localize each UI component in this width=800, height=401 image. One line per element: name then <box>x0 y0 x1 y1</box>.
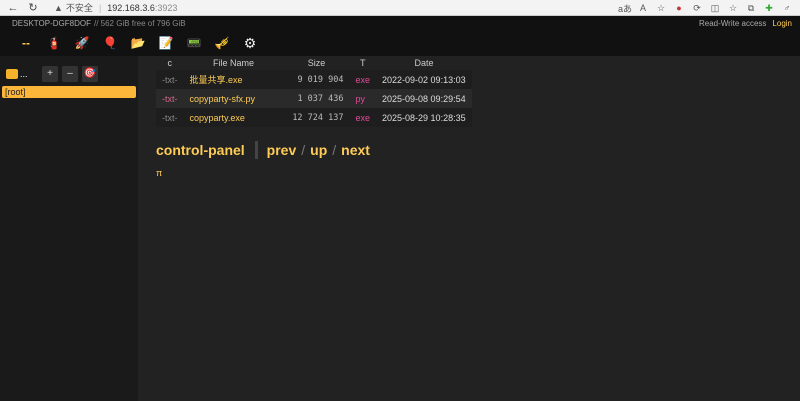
tree-toggle-button[interactable]: ... <box>6 66 34 82</box>
cell-c[interactable]: -txt- <box>156 70 184 89</box>
tree-controls: ... + – 🎯 <box>0 64 138 84</box>
nav-separator: / <box>332 142 337 158</box>
refresh-extension-icon[interactable]: ⟳ <box>688 3 706 14</box>
main-panel: c File Name Size T Date -txt- 批量共享.exe 9… <box>138 56 800 401</box>
split-screen-icon[interactable]: ◫ <box>706 3 724 14</box>
file-name-link[interactable]: 批量共享.exe <box>183 70 284 89</box>
toolbar: -- 🧯 🚀 🎈 📂 📝 📟 🎺 ⚙ <box>0 30 800 56</box>
address-bar[interactable]: 192.168.3.6:3923 <box>107 3 177 13</box>
login-link[interactable]: Login <box>772 19 792 28</box>
keyboard-icon[interactable]: 📟 <box>182 32 206 54</box>
file-table: c File Name Size T Date -txt- 批量共享.exe 9… <box>156 56 473 127</box>
extension-icon[interactable]: ● <box>670 3 688 13</box>
hostname: DESKTOP-DGF8DOF <box>12 18 91 28</box>
cell-date: 2025-08-29 10:28:35 <box>376 108 473 127</box>
table-header: c File Name Size T Date <box>156 56 472 70</box>
file-name-link[interactable]: copyparty-sfx.py <box>183 89 284 108</box>
cell-size: 1 037 436 <box>283 89 350 108</box>
column-header-name[interactable]: File Name <box>184 56 284 70</box>
shield-icon[interactable]: ✚ <box>760 3 778 14</box>
text-size-icon[interactable]: A <box>634 3 652 13</box>
folder-icon[interactable]: 📂 <box>126 32 150 54</box>
nav-divider <box>254 141 258 159</box>
expand-button[interactable]: + <box>42 66 58 82</box>
server-info-bar: DESKTOP-DGF8DOF // 562 GiB free of 796 G… <box>0 16 800 30</box>
security-warning[interactable]: ▲ 不安全 <box>54 1 93 14</box>
file-name-link[interactable]: copyparty.exe <box>183 108 284 127</box>
column-header-size[interactable]: Size <box>284 56 350 70</box>
warning-icon: ▲ <box>54 2 63 13</box>
url-host: 192.168.3.6 <box>107 2 155 13</box>
table-row[interactable]: -txt- 批量共享.exe 9 019 904 exe 2022-09-02 … <box>156 70 473 89</box>
favorites-icon[interactable]: ☆ <box>724 3 742 14</box>
favorite-icon[interactable]: ☆ <box>652 3 670 14</box>
sidebar: ... + – 🎯 [root] <box>0 56 138 401</box>
collapse-button[interactable]: – <box>62 66 78 82</box>
prev-link[interactable]: prev <box>267 142 297 158</box>
column-header-c[interactable]: c <box>156 56 184 70</box>
cell-c[interactable]: -txt- <box>156 89 184 108</box>
pin-icon[interactable]: 🎈 <box>98 32 122 54</box>
cell-type: exe <box>349 108 377 127</box>
browser-toolbar-icons: aあ A ☆ ● ⟳ ◫ ☆ ⧉ ✚ ♂ <box>616 0 796 16</box>
table-row[interactable]: -txt- copyparty-sfx.py 1 037 436 py 2025… <box>156 89 473 108</box>
insecure-label: 不安全 <box>65 3 93 13</box>
gear-icon[interactable]: ⚙ <box>238 32 262 54</box>
reload-icon[interactable]: ↻ <box>26 1 40 15</box>
cell-date: 2025-09-08 09:29:54 <box>376 89 473 108</box>
cell-c[interactable]: -txt- <box>156 108 184 127</box>
url-port: :3923 <box>154 2 178 13</box>
target-icon[interactable]: 🎯 <box>82 66 98 82</box>
control-panel-link[interactable]: control-panel <box>156 142 245 158</box>
profile-icon[interactable]: ♂ <box>778 3 796 13</box>
address-separator: | <box>98 2 102 13</box>
note-icon[interactable]: 📝 <box>154 32 178 54</box>
back-icon[interactable]: ← <box>6 1 20 15</box>
rocket-icon[interactable]: 🚀 <box>70 32 94 54</box>
nav-separator: / <box>301 142 306 158</box>
read-aloud-icon[interactable]: aあ <box>616 2 634 15</box>
cell-size: 9 019 904 <box>283 70 350 89</box>
collections-icon[interactable]: ⧉ <box>742 3 760 14</box>
up-link[interactable]: up <box>310 142 327 158</box>
column-header-type[interactable]: T <box>350 56 377 70</box>
access-level: Read-Write access <box>698 18 767 28</box>
browser-bar: ← ↻ ▲ 不安全 | 192.168.3.6:3923 aあ A ☆ ● ⟳ … <box>0 0 800 16</box>
cell-date: 2022-09-02 09:13:03 <box>376 70 473 89</box>
table-row[interactable]: -txt- copyparty.exe 12 724 137 exe 2025-… <box>156 108 473 127</box>
dash-icon[interactable]: -- <box>14 32 38 54</box>
pi-link[interactable]: π <box>156 168 800 178</box>
cell-type: exe <box>349 70 377 89</box>
layout: ... + – 🎯 [root] c File Name Size T Date… <box>0 56 800 401</box>
cell-type: py <box>349 89 377 108</box>
next-link[interactable]: next <box>341 142 370 158</box>
paint-icon[interactable]: 🎺 <box>210 32 234 54</box>
folder-icon <box>6 69 18 79</box>
cell-size: 12 724 137 <box>283 108 350 127</box>
extinguisher-icon[interactable]: 🧯 <box>42 32 66 54</box>
column-header-date[interactable]: Date <box>376 56 472 70</box>
disk-free: // 562 GiB free of 796 GiB <box>93 18 186 28</box>
navigation-row: control-panel prev / up / next <box>156 141 800 159</box>
dots-label: ... <box>20 69 28 79</box>
tree-root-item[interactable]: [root] <box>2 86 136 98</box>
